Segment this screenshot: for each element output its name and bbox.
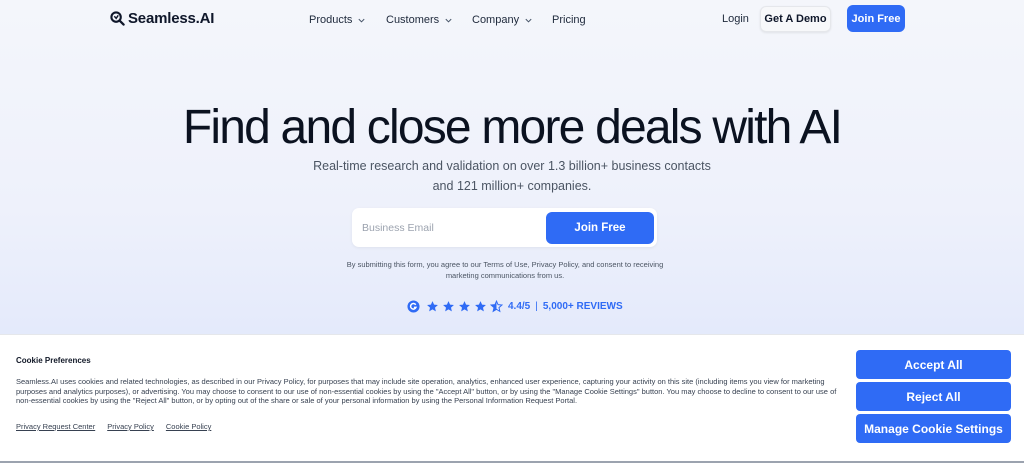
login-link[interactable]: Login (722, 13, 749, 25)
nav-customers-label: Customers (386, 14, 440, 26)
rating-score: 4.4/5 (508, 300, 531, 312)
chevron-down-icon (445, 18, 452, 23)
rating-separator: | (535, 300, 538, 312)
chevron-down-icon (358, 18, 365, 23)
join-free-nav-button[interactable]: Join Free (847, 5, 905, 32)
cookie-description: Seamless.AI uses cookies and related tec… (16, 377, 837, 405)
join-free-hero-button[interactable]: Join Free (546, 212, 654, 244)
consent-text: By submitting this form, you agree to ou… (346, 260, 664, 280)
nav-customers[interactable]: Customers (386, 14, 453, 26)
signup-form: Join Free (352, 208, 657, 247)
accept-all-button[interactable]: Accept All (856, 350, 1011, 379)
hero-subtitle: Real-time research and validation on ove… (313, 159, 711, 193)
top-navbar: Seamless.AI Products Customers Company P… (0, 0, 1024, 40)
nav-company-label: Company (472, 14, 520, 26)
nav-pricing-label: Pricing (552, 14, 586, 26)
rating-stars (426, 299, 503, 313)
g2-logo-icon (407, 299, 420, 313)
get-demo-button[interactable]: Get A Demo (760, 6, 831, 32)
reject-all-button[interactable]: Reject All (856, 382, 1011, 411)
nav-products-label: Products (309, 14, 353, 26)
star-icon (459, 300, 470, 311)
manage-cookie-settings-button[interactable]: Manage Cookie Settings (856, 414, 1011, 443)
nav-company[interactable]: Company (472, 14, 533, 26)
cookie-title: Cookie Preferences (16, 356, 91, 365)
privacy-policy-link[interactable]: Privacy Policy (107, 422, 154, 431)
star-icon (475, 300, 486, 311)
chevron-down-icon (525, 18, 532, 23)
nav-products[interactable]: Products (309, 14, 366, 26)
cookie-preferences-banner: Cookie Preferences Seamless.AI uses cook… (0, 334, 1024, 463)
privacy-request-center-link[interactable]: Privacy Request Center (16, 422, 95, 431)
hero-title: Find and close more deals with AI (182, 101, 843, 154)
rating-reviews: 5,000+ REVIEWS (542, 300, 623, 312)
g2-rating[interactable]: 4.4/5 | 5,000+ REVIEWS (407, 298, 623, 314)
business-email-input[interactable] (362, 216, 542, 239)
logo-text: Seamless.AI (128, 10, 215, 27)
cookie-links: Privacy Request Center Privacy Policy Co… (16, 422, 211, 431)
star-icon (443, 300, 454, 311)
nav-pricing[interactable]: Pricing (552, 14, 586, 26)
logo-magnifier-icon (110, 11, 125, 26)
half-star-icon (490, 299, 503, 312)
seamless-logo[interactable]: Seamless.AI (110, 10, 214, 27)
cookie-policy-link[interactable]: Cookie Policy (166, 422, 211, 431)
star-icon (427, 300, 438, 311)
